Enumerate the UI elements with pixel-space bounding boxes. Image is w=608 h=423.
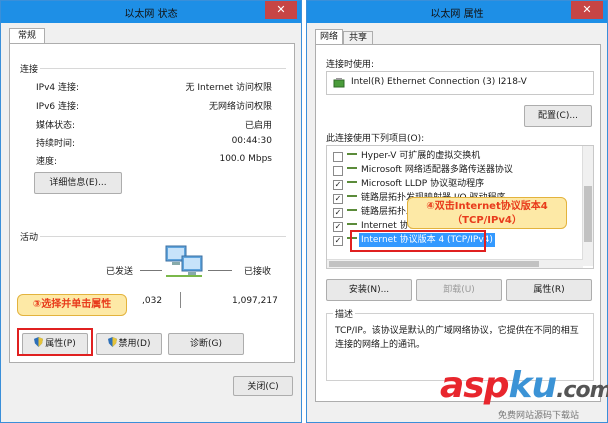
connect-using-label: 连接时使用: xyxy=(326,60,375,70)
list-item[interactable]: Microsoft 网络适配器多路传送器协议 xyxy=(333,163,573,177)
watermark-tagline: 免费网站源码下载站 xyxy=(498,411,580,421)
items-label: 此连接使用下列项目(O): xyxy=(326,134,425,144)
hscrollbar-thumb[interactable] xyxy=(329,261,539,267)
scrollbar[interactable] xyxy=(582,146,593,266)
details-button[interactable]: 详细信息(E)... xyxy=(34,172,122,194)
ipv6-label: IPv6 连接: xyxy=(36,102,80,112)
properties-highlight xyxy=(17,328,93,356)
item-checkbox[interactable]: ✓ xyxy=(333,208,343,218)
tab-sharing[interactable]: 共享 xyxy=(343,31,373,45)
item-label: Microsoft 网络适配器多路传送器协议 xyxy=(361,165,513,175)
disable-button-label: 禁用(D) xyxy=(118,339,151,349)
description-label: 描述 xyxy=(333,307,356,320)
step4-callout-line2: （TCP/IPv4） xyxy=(452,215,522,226)
ipv4-value: 无 Internet 访问权限 xyxy=(185,83,272,93)
window-title: 以太网 状态 xyxy=(124,9,178,20)
adapter-name: Intel(R) Ethernet Connection (3) I218-V xyxy=(351,77,527,87)
ipv4-highlight xyxy=(350,230,486,252)
item-properties-button[interactable]: 属性(R) xyxy=(506,279,592,301)
shield-icon xyxy=(107,337,117,347)
diagnose-button[interactable]: 诊断(G) xyxy=(168,333,244,355)
item-icon xyxy=(347,167,357,175)
item-checkbox[interactable]: ✓ xyxy=(333,180,343,190)
duration-label: 持续时间: xyxy=(36,139,76,149)
scrollbar-thumb[interactable] xyxy=(584,186,592,242)
title-bar[interactable]: 以太网 状态 ✕ xyxy=(1,1,301,23)
list-item[interactable]: Hyper-V 可扩展的虚拟交换机 xyxy=(333,149,573,163)
speed-value: 100.0 Mbps xyxy=(219,154,272,164)
brand-com: .com xyxy=(556,378,608,403)
close-button[interactable]: 关闭(C) xyxy=(233,376,293,396)
item-checkbox[interactable]: ✓ xyxy=(333,194,343,204)
adapter-box: Intel(R) Ethernet Connection (3) I218-V xyxy=(326,71,594,95)
network-adapter-icon xyxy=(333,78,345,88)
step4-callout: ④双击Internet协议版本4 （TCP/IPv4） xyxy=(407,197,567,229)
speed-label: 速度: xyxy=(36,157,58,167)
ipv6-value: 无网络访问权限 xyxy=(208,102,272,112)
item-checkbox[interactable] xyxy=(333,152,343,162)
close-icon[interactable]: ✕ xyxy=(265,1,297,19)
received-line xyxy=(208,270,232,271)
title-bar[interactable]: 以太网 属性 ✕ xyxy=(307,1,607,23)
install-button[interactable]: 安装(N)... xyxy=(326,279,412,301)
sent-line xyxy=(140,270,162,271)
received-label: 已接收 xyxy=(244,267,272,277)
bytes-divider xyxy=(180,292,181,308)
tab-network[interactable]: 网络 xyxy=(315,29,343,45)
step4-callout-line1: ④双击Internet协议版本4 xyxy=(426,201,548,212)
bytes-received-value: 1,097,217 xyxy=(232,296,278,306)
uninstall-button[interactable]: 卸载(U) xyxy=(416,279,502,301)
ipv4-label: IPv4 连接: xyxy=(36,83,80,93)
item-label: Microsoft LLDP 协议驱动程序 xyxy=(361,179,485,189)
step3-callout: ③选择并单击属性 xyxy=(17,294,127,316)
divider xyxy=(40,236,286,237)
item-checkbox[interactable] xyxy=(333,166,343,176)
ethernet-status-window: 以太网 状态 ✕ 常规 连接 IPv4 连接: 无 Internet 访问权限 … xyxy=(0,0,302,423)
item-icon xyxy=(347,209,357,217)
item-checkbox[interactable]: ✓ xyxy=(333,222,343,232)
connection-group-label: 连接 xyxy=(20,65,39,75)
network-computers-icon xyxy=(165,245,203,277)
item-icon xyxy=(347,195,357,203)
activity-group-label: 活动 xyxy=(20,233,39,243)
brand-asp: asp xyxy=(440,365,509,406)
sent-label: 已发送 xyxy=(106,267,134,277)
description-text: TCP/IP。该协议是默认的广域网络协议，它提供在不同的相互连接的网络上的通讯。 xyxy=(335,326,579,350)
brand-ku: ku xyxy=(508,365,558,406)
media-state-value: 已启用 xyxy=(244,121,272,131)
ethernet-properties-window: 以太网 属性 ✕ 网络 共享 连接时使用: Intel(R) Ethernet … xyxy=(306,0,608,423)
duration-value: 00:44:30 xyxy=(231,136,272,146)
close-icon[interactable]: ✕ xyxy=(571,1,603,19)
tab-general[interactable]: 常规 xyxy=(9,28,45,44)
watermark-logo: aspku.com 免费网站源码下载站 xyxy=(440,366,608,422)
item-icon xyxy=(347,153,357,161)
item-icon xyxy=(347,181,357,189)
window-title: 以太网 属性 xyxy=(430,9,484,20)
item-label: Hyper-V 可扩展的虚拟交换机 xyxy=(361,151,481,161)
media-state-label: 媒体状态: xyxy=(36,121,76,131)
bytes-sent-value: ,032 xyxy=(142,296,163,306)
watermark-brand: aspku.com xyxy=(440,366,608,411)
list-item[interactable]: ✓ Microsoft LLDP 协议驱动程序 xyxy=(333,177,573,191)
hscrollbar[interactable] xyxy=(327,259,583,268)
item-checkbox[interactable]: ✓ xyxy=(333,236,343,246)
disable-button[interactable]: 禁用(D) xyxy=(96,333,162,355)
configure-button[interactable]: 配置(C)... xyxy=(524,105,592,127)
divider xyxy=(40,68,286,69)
